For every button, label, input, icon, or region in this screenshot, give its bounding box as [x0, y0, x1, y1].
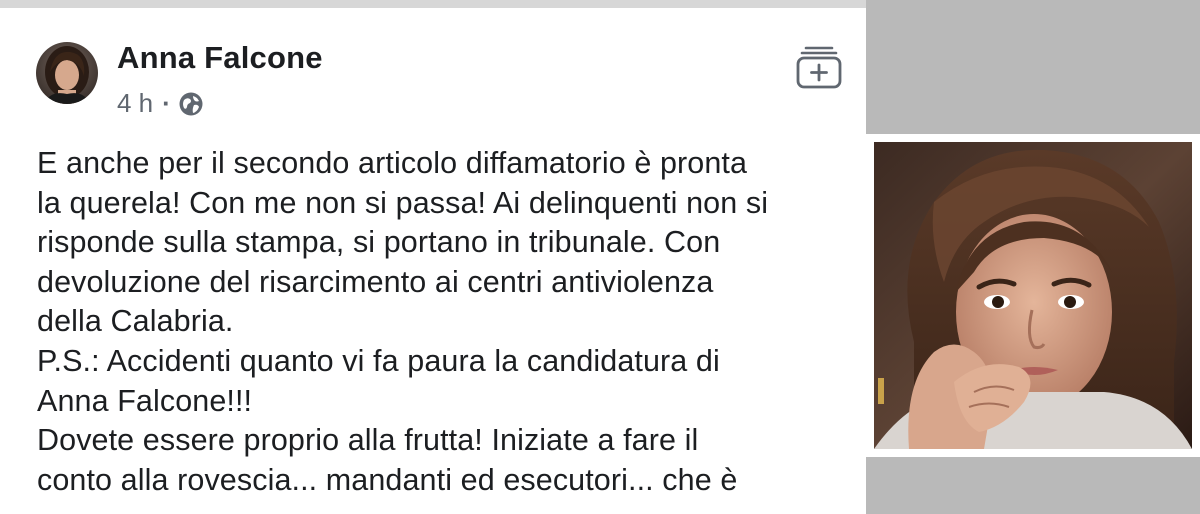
post-text: E anche per il secondo articolo diffamat…: [37, 144, 865, 500]
post-text-line: della Calabria.: [37, 304, 234, 339]
avatar-image: [36, 42, 98, 104]
top-divider: [0, 0, 866, 8]
post-text-line: la querela! Con me non si passa! Ai deli…: [37, 185, 769, 220]
post-text-line: conto alla rovescia... mandanti ed esecu…: [37, 462, 738, 497]
post-text-line: risponde sulla stampa, si portano in tri…: [37, 225, 721, 260]
facebook-post-card: Anna Falcone 4 h · E anche per il second…: [0, 0, 866, 514]
post-meta: 4 h ·: [117, 88, 204, 119]
save-collection-button[interactable]: [795, 42, 843, 90]
globe-icon[interactable]: [178, 91, 204, 117]
photo-frame: [866, 134, 1200, 457]
post-text-line: P.S.: Accidenti quanto vi fa paura la ca…: [37, 343, 720, 378]
portrait-photo: [874, 142, 1192, 449]
meta-separator: ·: [162, 88, 171, 118]
author-name[interactable]: Anna Falcone: [117, 40, 323, 76]
post-text-line: devoluzione del risarcimento ai centri a…: [37, 264, 714, 299]
portrait-image: [874, 142, 1192, 449]
post-text-line: Dovete essere proprio alla frutta! Inizi…: [37, 423, 699, 458]
post-timestamp[interactable]: 4 h: [117, 88, 153, 119]
author-avatar[interactable]: [36, 42, 98, 104]
post-text-line: E anche per il secondo articolo diffamat…: [37, 146, 748, 180]
post-text-line: Anna Falcone!!!: [37, 383, 253, 418]
save-collection-icon: [796, 46, 842, 89]
